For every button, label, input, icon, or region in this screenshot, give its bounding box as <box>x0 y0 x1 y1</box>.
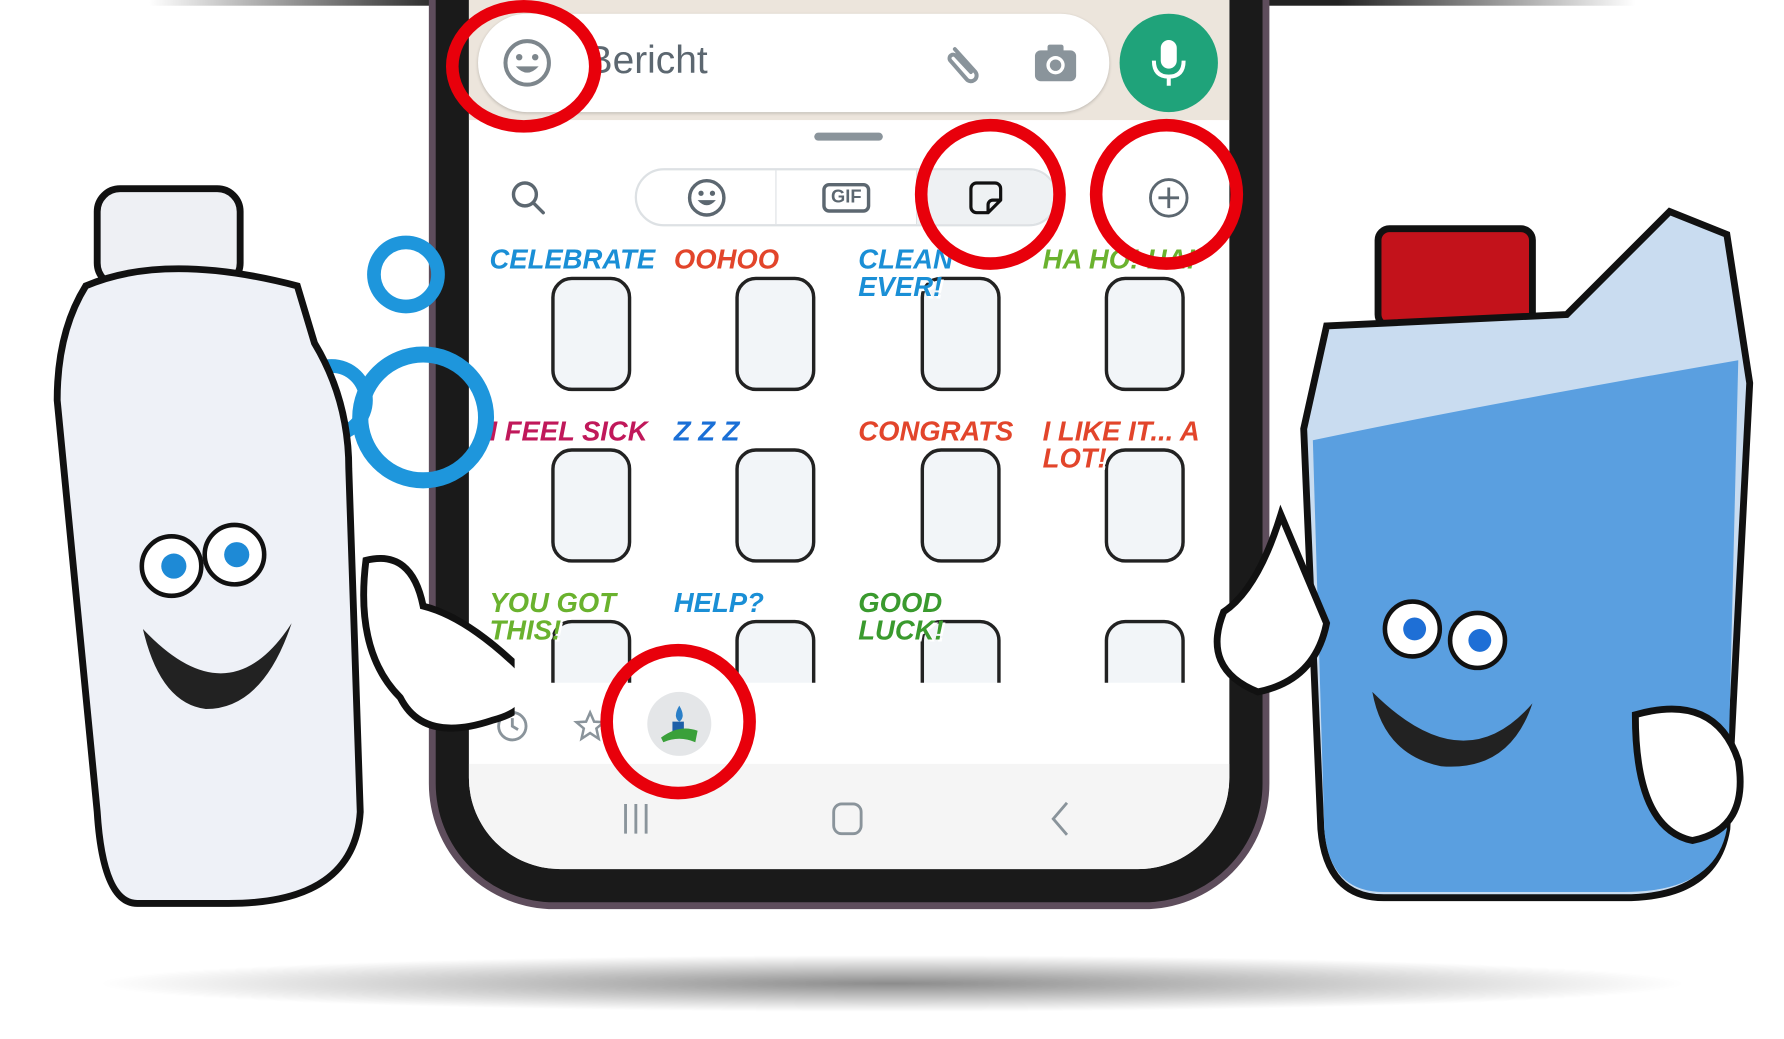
sticker-item[interactable]: OOHOO <box>667 242 851 414</box>
sticker-text: HELP? <box>673 587 764 619</box>
sticker-text: OOHOO <box>673 244 780 276</box>
gif-label: GIF <box>821 182 871 213</box>
paperclip-icon[interactable] <box>938 37 991 90</box>
sticker-text: Z Z Z <box>673 416 740 448</box>
microphone-button[interactable] <box>1119 13 1218 113</box>
sticker-character <box>1104 619 1185 683</box>
sticker-character <box>551 448 632 563</box>
camera-icon[interactable] <box>1029 37 1082 90</box>
recent-apps-icon[interactable] <box>615 798 656 839</box>
sticker-grid: CELEBRATE OOHOO CLEAN EVER! HA HO! HA! I FEE… <box>483 242 1221 683</box>
tab-emoji[interactable] <box>637 170 777 225</box>
tab-gif[interactable]: GIF <box>777 170 917 225</box>
system-nav-bar <box>468 763 1230 870</box>
sticker-character <box>735 619 816 683</box>
sticker-character <box>920 448 1001 563</box>
bottle-mascot-illustration <box>53 185 515 907</box>
sticker-text: GOOD LUCK! <box>858 587 944 647</box>
sticker-character <box>1104 276 1185 392</box>
sticker-character <box>735 276 816 392</box>
highlight-ring-stickers <box>914 118 1066 270</box>
sticker-item[interactable]: GOOD LUCK! <box>851 586 1035 683</box>
sticker-item[interactable]: CONGRATS <box>851 414 1035 586</box>
jug-mascot-illustration <box>1213 207 1754 902</box>
phone-screen: Bericht GIF CELEBRATE OOHOO CLEAN EVER! HA … <box>468 0 1230 870</box>
drag-handle[interactable] <box>814 132 883 141</box>
floor-shadow <box>91 954 1693 1013</box>
sticker-item[interactable]: CLEAN EVER! <box>851 242 1035 414</box>
highlight-ring-emoji <box>446 0 602 133</box>
microphone-icon <box>1151 40 1186 86</box>
sticker-item[interactable]: Z Z Z <box>667 414 851 586</box>
highlight-ring-sticker-pack <box>600 643 756 800</box>
emoji-icon <box>687 178 726 217</box>
sticker-text: CONGRATS <box>858 416 1014 448</box>
message-placeholder: Bericht <box>586 38 708 83</box>
home-icon[interactable] <box>827 798 868 839</box>
sticker-text: I LIKE IT... A LOT! <box>1042 416 1199 475</box>
sticker-character <box>551 276 632 392</box>
sticker-pack-tray <box>469 691 1229 761</box>
back-icon[interactable] <box>1041 798 1082 839</box>
sticker-character <box>735 448 816 563</box>
